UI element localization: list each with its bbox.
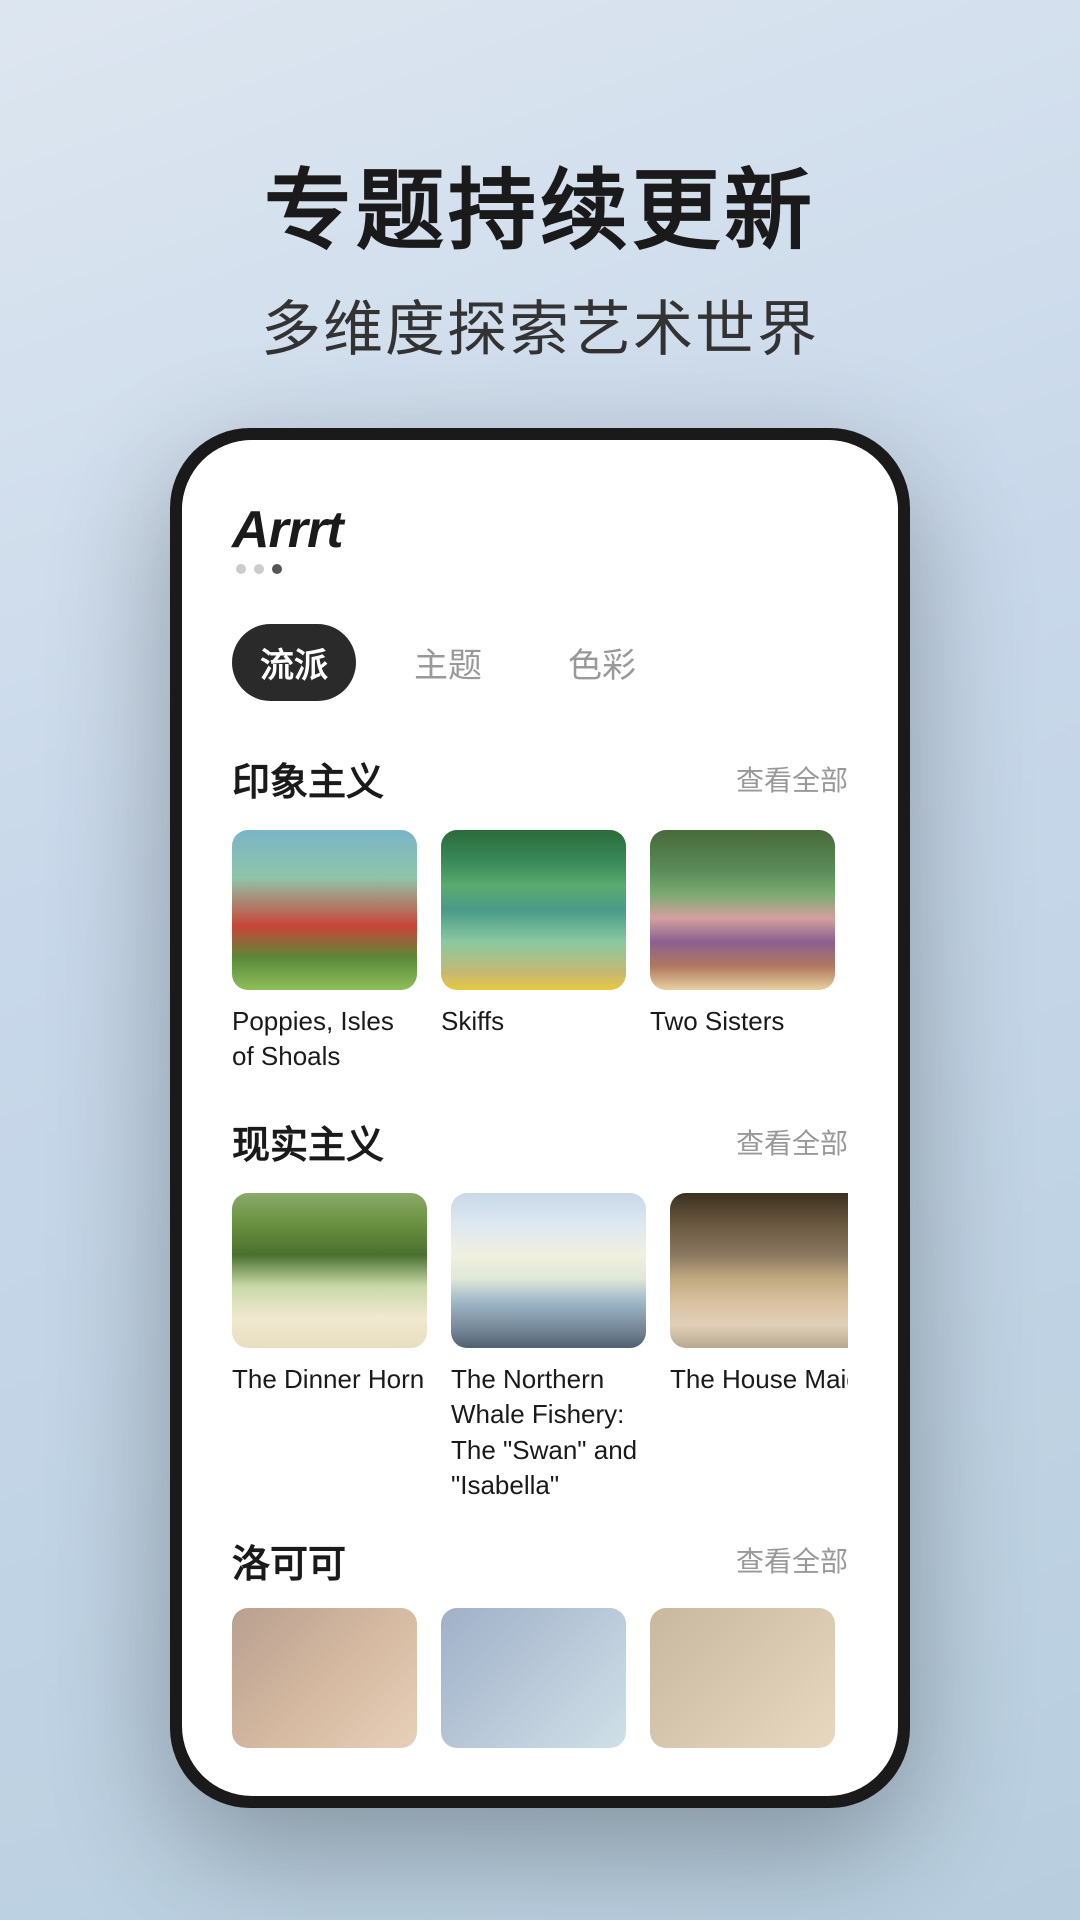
app-logo: Arrrt [232,500,848,560]
impressionism-title: 印象主义 [232,751,384,806]
rococo-more[interactable]: 查看全部 [736,1540,848,1580]
logo-dot-3 [272,564,282,574]
poppies-painting [232,830,417,990]
rococo-art-3[interactable] [650,1608,835,1748]
two-sisters-painting [650,830,835,990]
phone-mockup: Arrrt 流派 主题 色彩 印象主义 查看全部 [170,428,910,1808]
rococo-painting-2 [441,1608,626,1748]
realism-more[interactable]: 查看全部 [736,1122,848,1162]
artwork-house-maid-image [670,1193,848,1348]
impressionism-artworks: Poppies, Isles of Shoals Skiffs [232,830,848,1074]
impressionism-header: 印象主义 查看全部 [232,751,848,806]
artwork-skiffs-image [441,830,626,990]
phone-screen: Arrrt 流派 主题 色彩 印象主义 查看全部 [182,440,898,1796]
two-sisters-title: Two Sisters [650,1004,835,1039]
realism-title: 现实主义 [232,1114,384,1169]
rococo-art-1[interactable] [232,1608,417,1748]
rococo-header: 洛可可 查看全部 [232,1533,848,1588]
tab-theme[interactable]: 主题 [386,624,510,701]
skiffs-title: Skiffs [441,1004,626,1039]
artwork-poppies-image [232,830,417,990]
rococo-section: 洛可可 查看全部 [182,1513,898,1758]
artwork-dinner-horn-image [232,1193,427,1348]
rococo-art-2[interactable] [441,1608,626,1748]
logo-dot-1 [236,564,246,574]
artwork-poppies[interactable]: Poppies, Isles of Shoals [232,830,417,1074]
realism-section: 现实主义 查看全部 The Dinner Horn [182,1084,898,1512]
artwork-house-maid[interactable]: The House Maid [670,1193,848,1502]
artwork-two-sisters[interactable]: Two Sisters [650,830,835,1074]
artwork-skiffs[interactable]: Skiffs [441,830,626,1074]
hero-subtitle: 多维度探索艺术世界 [261,281,819,368]
impressionism-section: 印象主义 查看全部 Poppies, Isles of Shoals [182,721,898,1084]
impressionism-more[interactable]: 查看全部 [736,759,848,799]
artwork-two-sisters-image [650,830,835,990]
house-maid-title: The House Maid [670,1362,848,1397]
whale-fishery-painting [451,1193,646,1348]
rococo-title: 洛可可 [232,1533,346,1588]
house-maid-painting [670,1193,848,1348]
rococo-painting-3 [650,1608,835,1748]
artwork-whale-fishery[interactable]: The Northern Whale Fishery: The "Swan" a… [451,1193,646,1502]
artwork-dinner-horn[interactable]: The Dinner Horn [232,1193,427,1502]
logo-dot-2 [254,564,264,574]
rococo-painting-1 [232,1608,417,1748]
skiffs-painting [441,830,626,990]
dinner-horn-title: The Dinner Horn [232,1362,427,1397]
whale-fishery-title: The Northern Whale Fishery: The "Swan" a… [451,1362,646,1502]
hero-title: 专题持续更新 [261,160,819,261]
scroll-content[interactable]: 印象主义 查看全部 Poppies, Isles of Shoals [182,721,898,1796]
tab-color[interactable]: 色彩 [540,624,664,701]
realism-header: 现实主义 查看全部 [232,1114,848,1169]
logo-dots [232,564,848,574]
dinner-horn-painting [232,1193,427,1348]
artwork-whale-fishery-image [451,1193,646,1348]
rococo-artworks [232,1608,848,1748]
tab-bar: 流派 主题 色彩 [182,594,898,721]
app-header: Arrrt [182,440,898,594]
poppies-title: Poppies, Isles of Shoals [232,1004,417,1074]
hero-section: 专题持续更新 多维度探索艺术世界 [261,160,819,368]
tab-genre[interactable]: 流派 [232,624,356,701]
realism-artworks: The Dinner Horn The Northern Whale Fishe… [232,1193,848,1502]
